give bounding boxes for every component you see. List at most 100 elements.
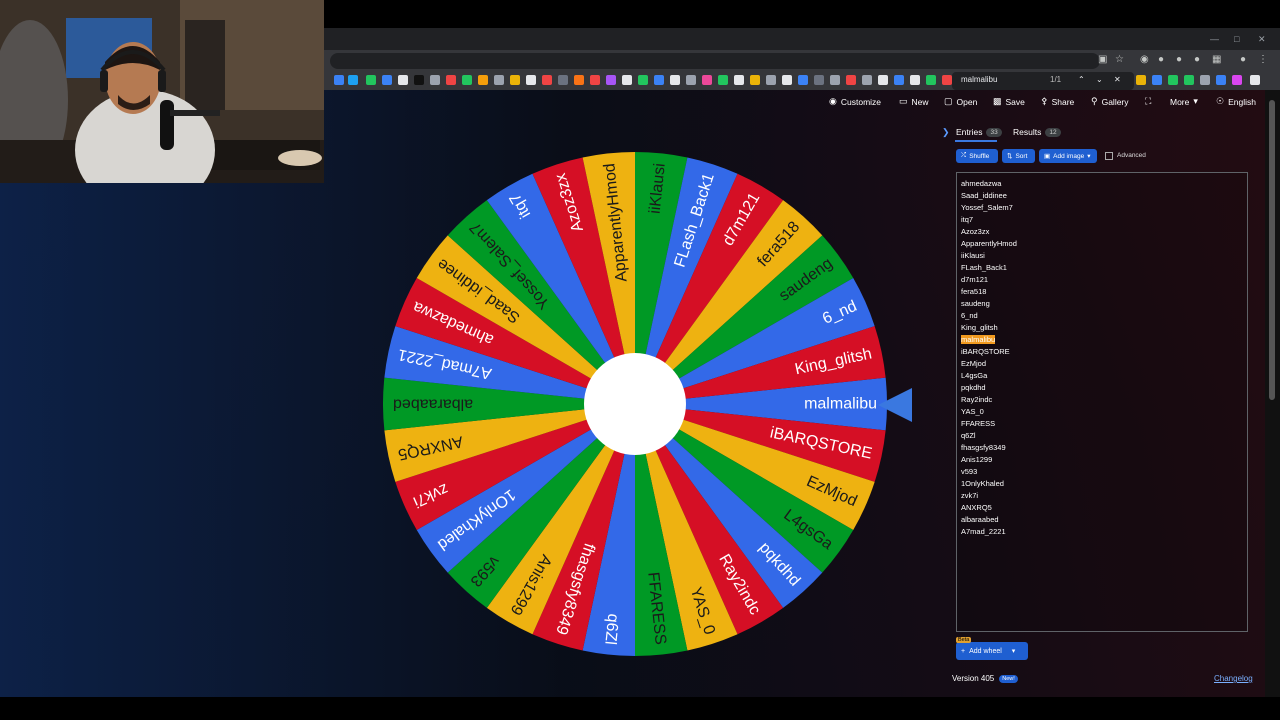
find-close-icon[interactable]: ✕ bbox=[1114, 75, 1121, 84]
install-icon[interactable]: ▣ bbox=[1098, 54, 1107, 65]
entry-item[interactable]: Ray2indc bbox=[961, 394, 1017, 406]
bookmark-icon[interactable] bbox=[686, 75, 696, 85]
bookmark-icon[interactable] bbox=[414, 75, 424, 85]
bookmark-icon[interactable] bbox=[590, 75, 600, 85]
close-window-icon[interactable]: ✕ bbox=[1258, 34, 1266, 45]
wheel-center-button[interactable] bbox=[584, 353, 686, 455]
bookmark-icon[interactable] bbox=[366, 75, 376, 85]
find-previous-icon[interactable]: ⌃ bbox=[1078, 75, 1085, 84]
extension-icon[interactable]: ● bbox=[1176, 54, 1182, 65]
more-button[interactable]: More ▾ bbox=[1170, 96, 1198, 107]
bookmark-icon[interactable] bbox=[846, 75, 856, 85]
entry-item[interactable]: Saad_iddinee bbox=[961, 190, 1017, 202]
extension-icon[interactable]: ● bbox=[1158, 54, 1164, 65]
minimize-icon[interactable]: — bbox=[1210, 34, 1219, 44]
entry-item[interactable]: 1OnlyKhaled bbox=[961, 478, 1017, 490]
extension-icon[interactable]: ◉ bbox=[1140, 54, 1149, 65]
fullscreen-button[interactable]: ⛶ bbox=[1145, 96, 1151, 107]
entry-item[interactable]: q6Zl bbox=[961, 430, 1017, 442]
bookmark-icon[interactable] bbox=[926, 75, 936, 85]
bookmark-icon[interactable] bbox=[670, 75, 680, 85]
bookmark-icon[interactable] bbox=[1168, 75, 1178, 85]
sort-button[interactable]: ⇅ Sort bbox=[1002, 149, 1035, 163]
bookmark-icon[interactable] bbox=[574, 75, 584, 85]
entry-item[interactable]: Anis1299 bbox=[961, 454, 1017, 466]
bookmark-icon[interactable] bbox=[510, 75, 520, 85]
bookmark-icon[interactable] bbox=[766, 75, 776, 85]
bookmark-icon[interactable] bbox=[1250, 75, 1260, 85]
entry-item[interactable]: iBARQSTORE bbox=[961, 346, 1017, 358]
entry-item[interactable]: King_glitsh bbox=[961, 322, 1017, 334]
entry-item[interactable]: saudeng bbox=[961, 298, 1017, 310]
entry-item[interactable]: YAS_0 bbox=[961, 406, 1017, 418]
customize-button[interactable]: ◉ Customize bbox=[829, 96, 881, 107]
entry-item[interactable]: EzMjod bbox=[961, 358, 1017, 370]
bookmark-icon[interactable] bbox=[382, 75, 392, 85]
bookmark-icon[interactable] bbox=[334, 75, 344, 85]
bookmark-icon[interactable] bbox=[654, 75, 664, 85]
collapse-panel-icon[interactable]: ❯ bbox=[942, 127, 950, 138]
entry-item[interactable]: 6_nd bbox=[961, 310, 1017, 322]
bookmark-icon[interactable] bbox=[702, 75, 712, 85]
share-button[interactable]: ⚴ Share bbox=[1041, 96, 1074, 107]
entry-item[interactable]: ApparentlyHmod bbox=[961, 238, 1017, 250]
add-image-button[interactable]: ▣ Add image ▾ bbox=[1039, 149, 1097, 163]
find-query[interactable]: malmalibu bbox=[961, 75, 997, 84]
profile-avatar-icon[interactable]: ● bbox=[1240, 54, 1246, 65]
entry-item[interactable]: ANXRQ5 bbox=[961, 502, 1017, 514]
open-button[interactable]: ▢ Open bbox=[944, 96, 977, 107]
bookmark-icon[interactable] bbox=[814, 75, 824, 85]
bookmark-icon[interactable] bbox=[830, 75, 840, 85]
changelog-link[interactable]: Changelog bbox=[1214, 674, 1253, 683]
entry-item[interactable]: itq7 bbox=[961, 214, 1017, 226]
extensions-puzzle-icon[interactable]: ▦ bbox=[1212, 54, 1221, 65]
tab-entries[interactable]: Entries 33 bbox=[956, 127, 1002, 137]
bookmark-icon[interactable] bbox=[878, 75, 888, 85]
bookmark-icon[interactable] bbox=[798, 75, 808, 85]
shuffle-button[interactable]: ⤮ Shuffle bbox=[956, 149, 998, 163]
bookmark-icon[interactable] bbox=[910, 75, 920, 85]
bookmark-icon[interactable] bbox=[478, 75, 488, 85]
bookmark-star-icon[interactable]: ☆ bbox=[1115, 54, 1124, 65]
scrollbar-thumb[interactable] bbox=[1269, 100, 1275, 400]
tab-results[interactable]: Results 12 bbox=[1013, 127, 1061, 137]
save-button[interactable]: ▩ Save bbox=[993, 96, 1025, 107]
entry-item[interactable]: A7mad_2221 bbox=[961, 526, 1017, 538]
bookmark-icon[interactable] bbox=[718, 75, 728, 85]
bookmark-icon[interactable] bbox=[526, 75, 536, 85]
advanced-checkbox[interactable] bbox=[1105, 152, 1113, 160]
bookmark-icon[interactable] bbox=[1216, 75, 1226, 85]
page-scrollbar[interactable] bbox=[1265, 90, 1280, 697]
bookmark-icon[interactable] bbox=[462, 75, 472, 85]
bookmark-icon[interactable] bbox=[542, 75, 552, 85]
bookmark-icon[interactable] bbox=[430, 75, 440, 85]
language-button[interactable]: ☉ English bbox=[1216, 96, 1256, 107]
menu-dots-icon[interactable]: ⋮ bbox=[1258, 54, 1268, 65]
entry-item[interactable]: malmalibu bbox=[961, 334, 1017, 346]
entry-item[interactable]: zvk7i bbox=[961, 490, 1017, 502]
bookmark-icon[interactable] bbox=[622, 75, 632, 85]
bookmark-icon[interactable] bbox=[1152, 75, 1162, 85]
entry-item[interactable]: iiKlausi bbox=[961, 250, 1017, 262]
extension-icon[interactable]: ● bbox=[1194, 54, 1200, 65]
bookmark-icon[interactable] bbox=[1200, 75, 1210, 85]
new-button[interactable]: ▭ New bbox=[899, 96, 929, 107]
entry-item[interactable]: Azoz3zx bbox=[961, 226, 1017, 238]
bookmark-icon[interactable] bbox=[398, 75, 408, 85]
bookmark-icon[interactable] bbox=[558, 75, 568, 85]
bookmark-icon[interactable] bbox=[1184, 75, 1194, 85]
entry-item[interactable]: albaraabed bbox=[961, 514, 1017, 526]
bookmark-icon[interactable] bbox=[494, 75, 504, 85]
bookmark-icon[interactable] bbox=[1136, 75, 1146, 85]
entry-item[interactable]: v593 bbox=[961, 466, 1017, 478]
maximize-icon[interactable]: □ bbox=[1234, 34, 1239, 44]
entry-item[interactable]: d7m121 bbox=[961, 274, 1017, 286]
bookmark-icon[interactable] bbox=[1232, 75, 1242, 85]
spin-wheel[interactable]: malmalibuiBARQSTOREEzMjodL4gsGapqkdhdRay… bbox=[383, 152, 887, 656]
find-next-icon[interactable]: ⌄ bbox=[1096, 75, 1103, 84]
bookmark-icon[interactable] bbox=[446, 75, 456, 85]
entry-item[interactable]: FLash_Back1 bbox=[961, 262, 1017, 274]
entry-item[interactable]: fera518 bbox=[961, 286, 1017, 298]
bookmark-icon[interactable] bbox=[348, 75, 358, 85]
bookmark-icon[interactable] bbox=[734, 75, 744, 85]
